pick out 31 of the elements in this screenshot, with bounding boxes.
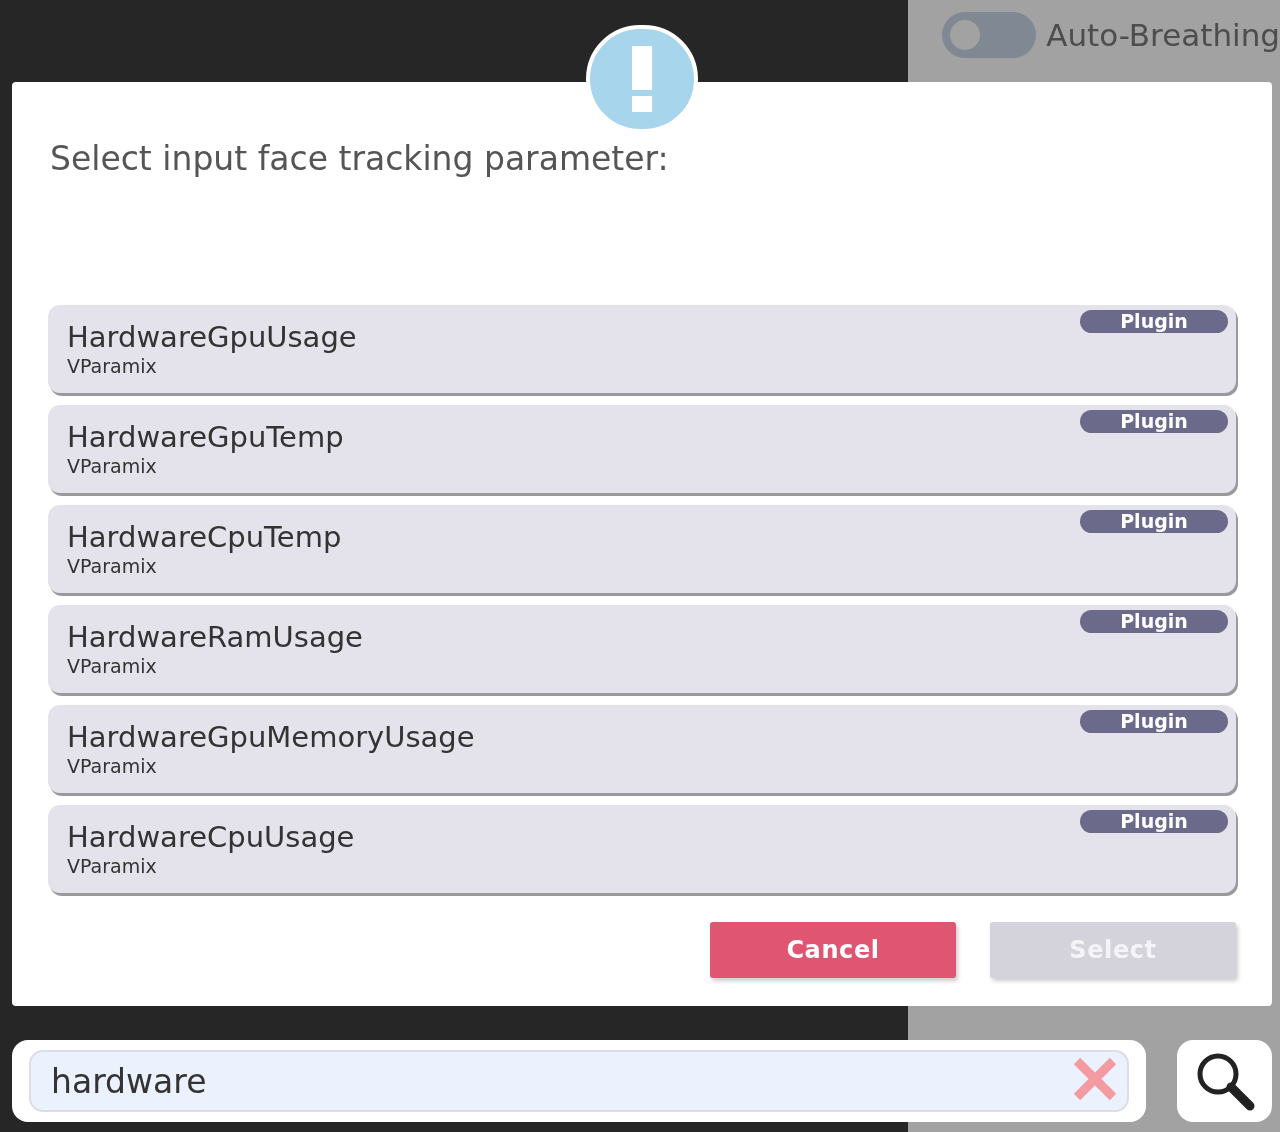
clear-icon[interactable] — [1073, 1057, 1117, 1101]
plugin-badge: Plugin — [1080, 510, 1228, 533]
parameter-source: VParamix — [67, 355, 157, 377]
plugin-badge: Plugin — [1080, 810, 1228, 833]
parameter-source: VParamix — [67, 855, 157, 877]
parameter-name: HardwareGpuMemoryUsage — [67, 719, 475, 755]
parameter-name: HardwareGpuUsage — [67, 319, 357, 355]
plugin-badge: Plugin — [1080, 610, 1228, 633]
parameter-source: VParamix — [67, 455, 157, 477]
search-button[interactable] — [1177, 1040, 1272, 1122]
parameter-source: VParamix — [67, 555, 157, 577]
parameter-name: HardwareRamUsage — [67, 619, 363, 655]
parameter-name: HardwareCpuUsage — [67, 819, 355, 855]
plugin-badge: Plugin — [1080, 710, 1228, 733]
dialog-title: Select input face tracking parameter: — [50, 142, 670, 175]
parameter-name: HardwareGpuTemp — [67, 419, 344, 455]
parameter-list-item[interactable]: HardwareGpuTemp VParamix Plugin — [48, 405, 1236, 493]
plugin-badge: Plugin — [1080, 310, 1228, 333]
parameter-source: VParamix — [67, 755, 157, 777]
parameter-list-item[interactable]: HardwareRamUsage VParamix Plugin — [48, 605, 1236, 693]
parameter-source: VParamix — [67, 655, 157, 677]
toggle-switch[interactable] — [942, 12, 1037, 59]
search-field[interactable]: hardware — [29, 1050, 1129, 1112]
parameter-name: HardwareCpuTemp — [67, 519, 342, 555]
toggle-label: Auto-Breathing — [1046, 16, 1280, 55]
plugin-badge: Plugin — [1080, 410, 1228, 433]
parameter-list-item[interactable]: HardwareGpuUsage VParamix Plugin — [48, 305, 1236, 393]
parameter-list-item[interactable]: HardwareCpuUsage VParamix Plugin — [48, 805, 1236, 893]
parameter-list-item[interactable]: HardwareGpuMemoryUsage VParamix Plugin — [48, 705, 1236, 793]
cancel-button[interactable]: Cancel — [710, 922, 956, 978]
parameter-list-item[interactable]: HardwareCpuTemp VParamix Plugin — [48, 505, 1236, 593]
